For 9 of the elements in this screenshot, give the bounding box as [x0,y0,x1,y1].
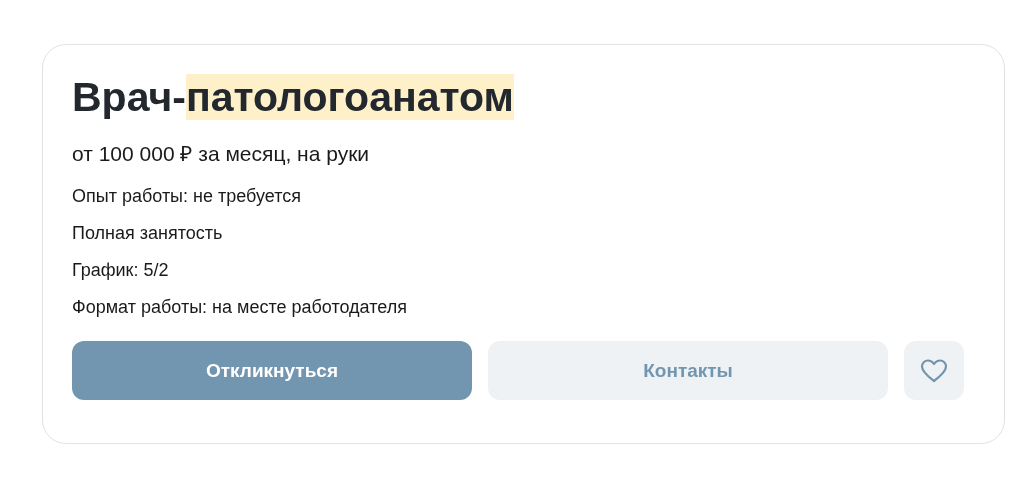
vacancy-title[interactable]: патологоанатом [185,74,514,120]
salary: от 100 000 ₽ за месяц, на руки [72,141,371,167]
vacancy-title[interactable]: Врач- [72,74,186,120]
vacancy-detail: График: 5/2 [72,259,170,281]
vacancy-detail: Опыт работы: не требуется [72,185,302,207]
favorite-button[interactable] [904,341,964,400]
vacancy-detail: Формат работы: на месте работодателя [72,296,408,318]
heart-icon [920,357,948,384]
vacancy-detail: Полная занятость [72,222,224,244]
